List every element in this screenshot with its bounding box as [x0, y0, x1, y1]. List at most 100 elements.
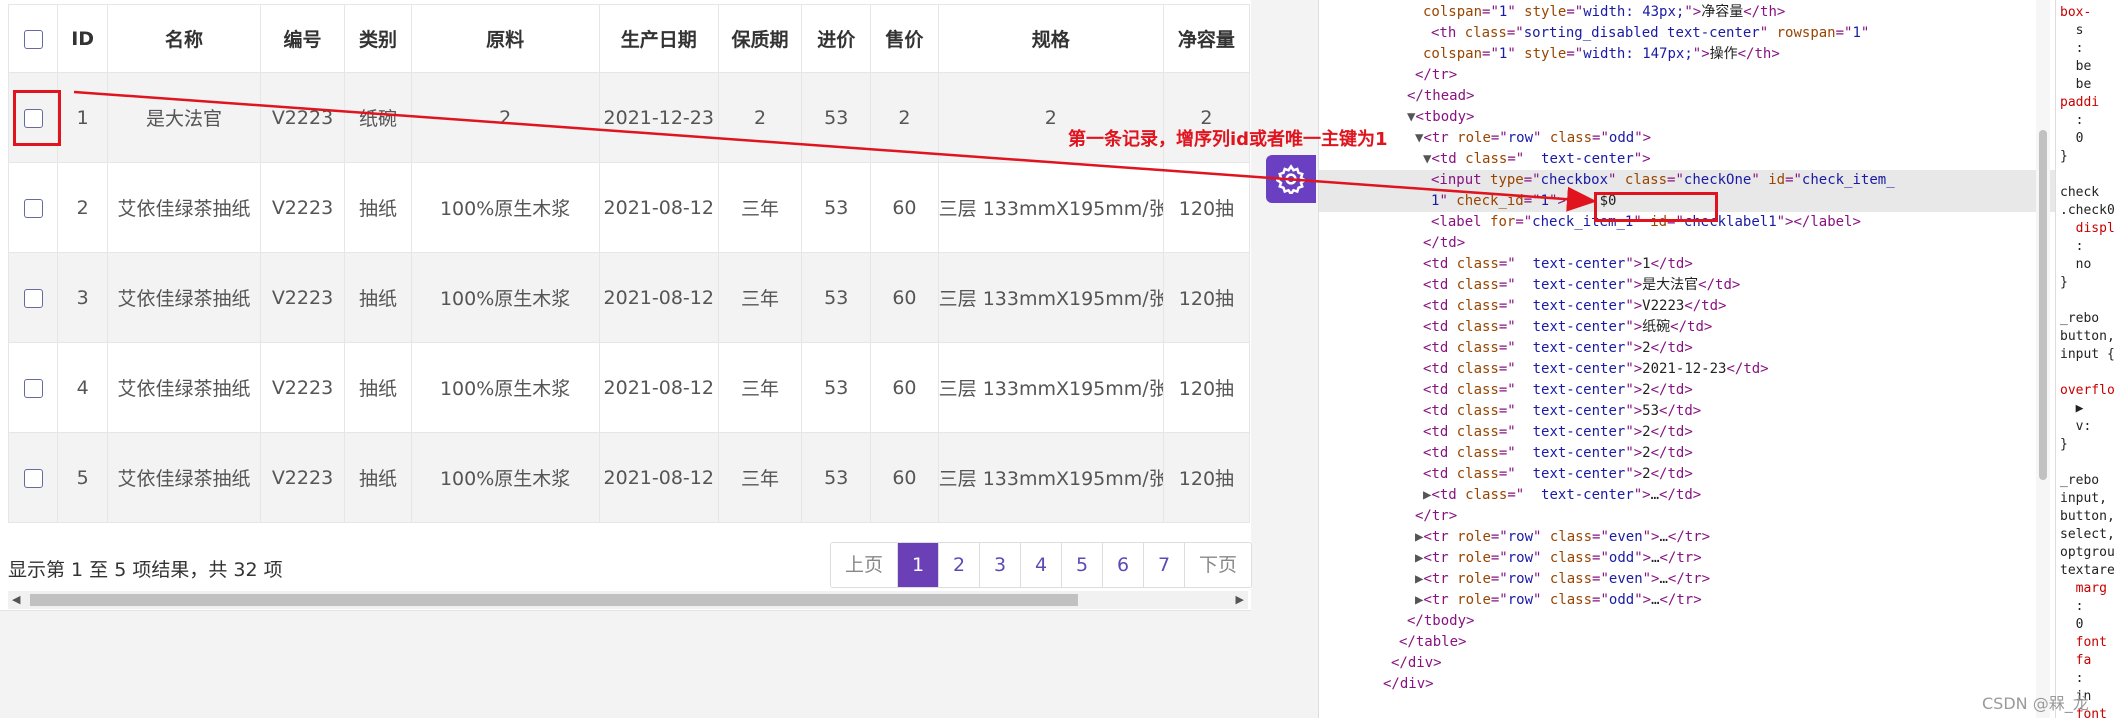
dom-token: text-center [1515, 361, 1626, 377]
dom-token: style [1524, 46, 1567, 62]
dom-token: class [1464, 25, 1507, 41]
dom-token: "> [1625, 361, 1643, 377]
scrollbar-thumb[interactable] [2039, 130, 2047, 480]
table-cell: 三层 133mmX195mm/张 [937, 342, 1164, 433]
row-select-cell[interactable] [8, 342, 58, 433]
column-header[interactable]: 原料 [410, 4, 600, 73]
dom-tree-line[interactable]: ▼<tr role="row" class="odd"> [1415, 128, 1651, 149]
style-rule-line: : [2060, 671, 2084, 686]
dom-tree-line[interactable]: ▼<td class=" text-center"> [1423, 149, 1651, 170]
dom-tree-line[interactable]: </tbody> [1407, 611, 1474, 632]
dom-tree-line[interactable]: <td class=" text-center">是大法官</td> [1423, 275, 1740, 296]
column-header[interactable]: ID [56, 4, 109, 73]
page-button-2[interactable]: 2 [938, 543, 979, 587]
column-header[interactable]: 规格 [937, 4, 1164, 73]
select-all-cell[interactable] [8, 4, 58, 73]
dom-tree-line[interactable]: ▶<tr role="row" class="odd">…</tr> [1415, 590, 1702, 611]
table-row[interactable]: 3 艾依佳绿茶抽纸 V2223 抽纸 100%原生木浆 2021-08-12 三年 53 60 三… [8, 252, 1251, 343]
dom-tree-line[interactable]: <td class=" text-center">2</td> [1423, 464, 1693, 485]
prev-page-button[interactable]: 上页 [831, 543, 897, 587]
page-button-3[interactable]: 3 [979, 543, 1020, 587]
settings-gear-button[interactable] [1266, 155, 1316, 203]
dom-tree-line[interactable]: </tr> [1415, 65, 1457, 86]
dom-token: class [1465, 487, 1508, 503]
column-header[interactable]: 净容量 [1162, 4, 1251, 73]
column-header[interactable]: 进价 [801, 4, 872, 73]
next-page-button[interactable]: 下页 [1184, 543, 1251, 587]
row-select-cell[interactable] [8, 162, 58, 253]
dom-tree-line[interactable]: <td class=" text-center">2</td> [1423, 422, 1693, 443]
scroll-right-arrow-icon[interactable]: ▶ [1236, 591, 1244, 609]
table-row[interactable]: 2 艾依佳绿茶抽纸 V2223 抽纸 100%原生木浆 2021-08-12 三年 53 60 三… [8, 162, 1251, 253]
dom-tree-line[interactable]: <td class=" text-center">2</td> [1423, 338, 1693, 359]
dom-token: … [1650, 487, 1660, 503]
row-checkbox[interactable] [23, 468, 43, 488]
scrollbar-thumb[interactable] [30, 594, 1078, 606]
horizontal-scrollbar[interactable]: ◀ ▶ [8, 591, 1248, 609]
dom-token: =" [1498, 340, 1516, 356]
dom-tree-line[interactable]: colspan="1" style="width: 43px;">净容量</th… [1423, 2, 1785, 23]
dom-token: class [1456, 424, 1499, 440]
dom-tree-line[interactable]: </tr> [1415, 506, 1457, 527]
row-select-cell[interactable] [8, 252, 58, 343]
page-button-4[interactable]: 4 [1020, 543, 1061, 587]
column-header[interactable]: 售价 [870, 4, 939, 73]
table-header-row: ID 名称 编号 类别 原料 生产日期 保质期 进价 售价 规格 净容量 [8, 4, 1251, 73]
dom-token: <tbody> [1415, 109, 1475, 125]
devtools-vertical-scrollbar[interactable] [2036, 0, 2050, 718]
dom-token: even [1608, 529, 1643, 545]
style-rule-line: _rebo [2060, 311, 2100, 326]
page-button-6[interactable]: 6 [1102, 543, 1143, 587]
gear-icon [1276, 164, 1306, 194]
page-button-1[interactable]: 1 [897, 543, 938, 587]
dom-tree-line[interactable]: ▶<td class=" text-center">…</td> [1423, 485, 1701, 506]
dom-tree-line[interactable]: 1" check_id="1"> == $0 [1319, 191, 2121, 212]
dom-tree-line[interactable]: ▶<tr role="row" class="even">…</tr> [1415, 569, 1710, 590]
dom-tree-line[interactable]: <td class=" text-center">2021-12-23</td> [1423, 359, 1769, 380]
scroll-left-arrow-icon[interactable]: ◀ [12, 591, 20, 609]
style-rule-line: : [2060, 41, 2084, 56]
column-header[interactable]: 保质期 [717, 4, 803, 73]
select-all-checkbox[interactable] [23, 29, 43, 49]
dom-tree-line[interactable]: </div> [1383, 674, 1434, 695]
style-rule-line: input { [2060, 347, 2115, 362]
table-cell: 2021-08-12 [598, 432, 719, 523]
row-checkbox[interactable] [23, 198, 43, 218]
dom-token: text-center [1515, 382, 1626, 398]
devtools-styles-pane: box- s : be be paddi : 0} check .check0 dis… [2055, 0, 2121, 718]
dom-tree-line[interactable]: ▶<tr role="row" class="even">…</tr> [1415, 527, 1710, 548]
dom-tree-line[interactable]: ▶<tr role="row" class="odd">…</tr> [1415, 548, 1702, 569]
dom-tree-line[interactable]: </td> [1423, 233, 1465, 254]
dom-token: 1 [1852, 25, 1861, 41]
dom-tree-line[interactable]: </div> [1391, 653, 1442, 674]
column-header[interactable]: 编号 [259, 4, 346, 73]
column-header[interactable]: 类别 [344, 4, 412, 73]
table-row[interactable]: 5 艾依佳绿茶抽纸 V2223 抽纸 100%原生木浆 2021-08-12 三年 53 60 三… [8, 432, 1251, 523]
dom-tree-line[interactable]: ▼<tbody> [1407, 107, 1474, 128]
page-button-7[interactable]: 7 [1143, 543, 1184, 587]
dom-token: "> [1549, 193, 1566, 209]
dom-tree-line[interactable]: <td class=" text-center">53</td> [1423, 401, 1701, 422]
column-header[interactable]: 生产日期 [598, 4, 719, 73]
dom-tree-line[interactable]: <input type="checkbox" class="checkOne" … [1319, 170, 2121, 191]
dom-tree-line[interactable]: <td class=" text-center">2</td> [1423, 380, 1693, 401]
dom-tree-line[interactable]: <td class=" text-center">2</td> [1423, 443, 1693, 464]
style-rule-line: textare [2060, 563, 2115, 578]
table-row[interactable]: 4 艾依佳绿茶抽纸 V2223 抽纸 100%原生木浆 2021-08-12 三年 53 60 三… [8, 342, 1251, 433]
dom-tree-line[interactable]: <td class=" text-center">V2223</td> [1423, 296, 1726, 317]
dom-tree-line[interactable]: </thead> [1407, 86, 1474, 107]
row-select-cell[interactable] [8, 432, 58, 523]
row-checkbox[interactable] [23, 378, 43, 398]
dom-tree-line[interactable]: <th class="sorting_disabled text-center"… [1431, 23, 1869, 44]
style-rule-line: optgrou [2060, 545, 2115, 560]
column-header[interactable]: 名称 [107, 4, 261, 73]
dom-tree-line[interactable]: <td class=" text-center">1</td> [1423, 254, 1693, 275]
table-cell: 60 [870, 432, 939, 523]
dom-tree-line[interactable]: colspan="1" style="width: 147px;">操作</th… [1423, 44, 1780, 65]
dom-token: colspan [1423, 4, 1483, 20]
page-button-5[interactable]: 5 [1061, 543, 1102, 587]
table-row[interactable]: 1 是大法官 V2223 纸碗 2 2021-12-23 2 53 2 2 2 [8, 72, 1251, 163]
dom-tree-line[interactable]: </table> [1399, 632, 1466, 653]
dom-tree-line[interactable]: <td class=" text-center">纸碗</td> [1423, 317, 1712, 338]
row-checkbox[interactable] [23, 288, 43, 308]
